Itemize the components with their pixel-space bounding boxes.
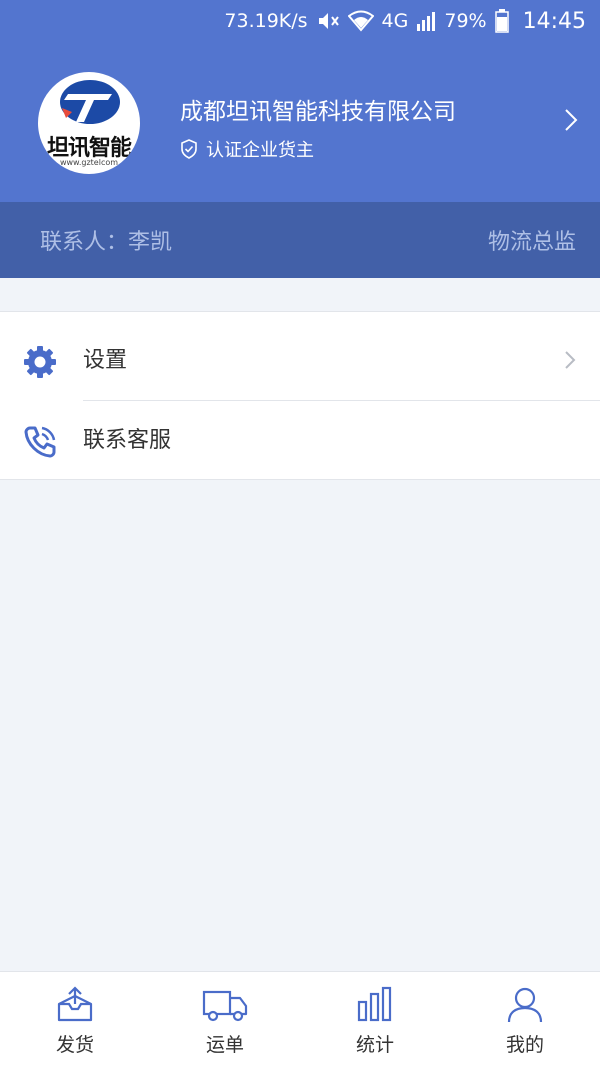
clock: 14:45 <box>522 8 586 34</box>
tab-label-statistics: 统计 <box>355 1034 394 1056</box>
chevron-right-icon <box>565 351 576 369</box>
profile-header[interactable]: 坦讯智能 www.gztelcom 成都坦讯智能科技有限公司 认证企业货主 <box>0 42 600 202</box>
menu-list: 设置 联系客服 <box>0 311 600 480</box>
logo-url: www.gztelcom <box>59 158 119 167</box>
bottom-tab-bar: 发货 运单 统计 我的 <box>0 971 600 1067</box>
battery-icon <box>494 9 509 33</box>
menu-label-settings: 设置 <box>83 348 128 373</box>
truck-icon <box>202 990 248 1022</box>
menu-item-contact-service[interactable]: 联系客服 <box>0 396 600 480</box>
tab-mine[interactable]: 我的 <box>450 972 600 1067</box>
company-name: 成都坦讯智能科技有限公司 <box>180 99 456 125</box>
tab-label-mine: 我的 <box>505 1034 544 1056</box>
bar-chart-icon <box>357 986 392 1022</box>
company-avatar: 坦讯智能 www.gztelcom <box>38 72 140 174</box>
tab-waybill[interactable]: 运单 <box>150 972 300 1067</box>
gear-icon <box>24 346 56 378</box>
menu-item-settings[interactable]: 设置 <box>0 316 600 400</box>
contact-role: 物流总监 <box>487 230 576 255</box>
menu-label-contact-service: 联系客服 <box>83 428 172 453</box>
tab-ship[interactable]: 发货 <box>0 972 150 1067</box>
phone-icon <box>24 426 56 458</box>
signal-icon <box>416 10 436 32</box>
chevron-right-icon[interactable] <box>564 108 578 132</box>
wifi-icon <box>347 10 374 32</box>
contact-bar: 联系人：李凯 物流总监 <box>0 202 600 278</box>
status-bar: 73.19K/s 4G 79% 14:45 <box>0 0 600 42</box>
shipment-box-icon <box>57 986 93 1022</box>
contact-person: 联系人：李凯 <box>40 230 173 255</box>
verify-label: 认证企业货主 <box>206 140 314 161</box>
tab-label-waybill: 运单 <box>205 1034 244 1056</box>
user-icon <box>507 987 543 1023</box>
net-speed: 73.19K/s <box>224 10 308 32</box>
tab-label-ship: 发货 <box>55 1034 94 1056</box>
tab-statistics[interactable]: 统计 <box>300 972 450 1067</box>
mute-icon <box>316 10 340 32</box>
company-logo-icon <box>60 80 120 124</box>
battery-percent: 79% <box>444 10 487 32</box>
network-type: 4G <box>381 10 409 32</box>
shield-check-icon <box>181 139 197 159</box>
verify-badge: 认证企业货主 <box>180 136 314 162</box>
